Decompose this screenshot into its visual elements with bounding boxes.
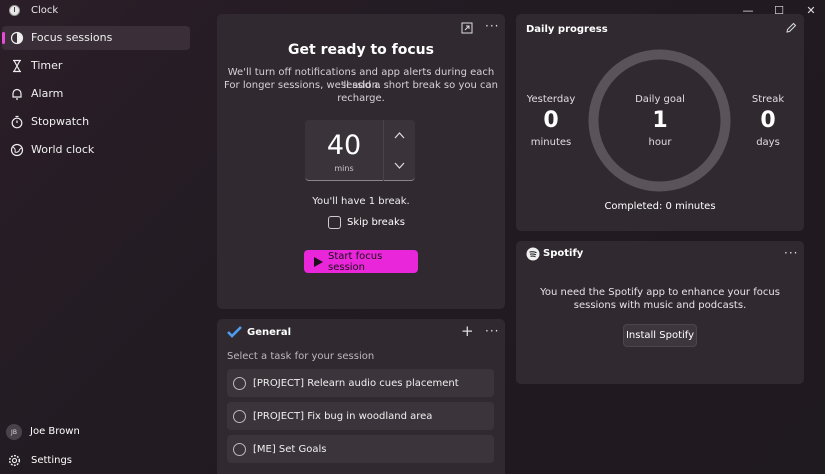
focus-heading: Get ready to focus [288,42,434,58]
completed-text: Completed: 0 minutes [604,201,716,212]
spotify-card: Spotify ··· You need the Spotify app to … [516,241,804,384]
clock-app-icon [9,5,20,16]
break-info: You'll have 1 break. [312,196,410,207]
daily-progress-card: Daily progress Yesterday 0 minutes Daily… [516,14,804,231]
focus-session-card: ··· Get ready to focus We'll turn off no… [217,14,505,309]
yesterday-value: 0 [543,108,559,133]
daily-goal-stat: Daily goal 1 hour [620,94,700,148]
focus-description-3: recharge. [337,93,385,104]
task-radio[interactable] [233,376,246,390]
sidebar-item-timer[interactable]: Timer [2,54,190,78]
task-radio[interactable] [233,442,246,456]
daily-goal-label: Daily goal [635,94,685,105]
streak-unit: days [756,137,780,148]
task-prompt: Select a task for your session [227,351,375,362]
minutes-stepper[interactable]: 40 mins [305,120,415,181]
task-item[interactable]: [PROJECT] Fix bug in woodland area [227,402,494,430]
spotify-message-2: sessions with music and podcasts. [573,300,747,311]
chevron-up-icon [394,131,405,138]
progress-title: Daily progress [526,24,608,35]
sidebar-item-stopwatch[interactable]: Stopwatch [2,110,190,134]
settings-label: Settings [31,455,73,466]
task-radio[interactable] [233,409,246,423]
more-options-icon[interactable]: ··· [485,19,499,33]
minutes-unit: mins [334,164,354,173]
spotify-message-1: You need the Spotify app to enhance your… [540,287,780,298]
focus-icon [10,31,24,45]
yesterday-label: Yesterday [526,94,576,105]
daily-goal-unit: hour [648,137,672,148]
streak-value: 0 [760,108,776,133]
minutes-value: 40 [326,130,362,161]
globe-icon [10,143,24,157]
start-button-label: Start focus session [328,250,383,273]
hourglass-icon [13,59,21,73]
sidebar-item-label: Focus sessions [31,31,113,44]
more-options-icon[interactable]: ··· [485,324,499,338]
todo-checkmark-icon [227,326,242,338]
streak-label: Streak [751,94,785,105]
stopwatch-icon [11,115,23,129]
skip-breaks-checkbox[interactable] [328,216,341,229]
spotify-brand: Spotify [543,248,584,259]
bell-icon [12,88,22,100]
task-list-title: General [247,327,291,338]
avatar: JB [6,424,22,440]
yesterday-unit: minutes [530,137,572,148]
streak-stat: Streak 0 days [742,94,794,148]
task-label: [PROJECT] Relearn audio cues placement [253,377,459,389]
install-spotify-button[interactable]: Install Spotify [623,324,697,347]
daily-goal-value: 1 [652,108,668,133]
task-list-card: General + ··· Select a task for your ses… [217,319,505,474]
gear-icon [8,454,21,467]
play-icon [314,256,323,267]
skip-breaks-label: Skip breaks [347,217,405,228]
compact-mode-icon[interactable] [461,22,473,34]
task-label: [PROJECT] Fix bug in woodland area [253,410,433,422]
sidebar-item-label: Alarm [31,87,64,100]
yesterday-stat: Yesterday 0 minutes [520,94,582,148]
user-name: Joe Brown [30,426,80,437]
task-label: [ME] Set Goals [253,443,327,455]
task-item[interactable]: [ME] Set Goals [227,435,494,463]
spotify-logo-icon [526,247,540,261]
sidebar-item-world-clock[interactable]: World clock [2,138,190,162]
sidebar-item-label: World clock [31,143,95,156]
app-title: Clock [31,5,59,16]
task-item[interactable]: [PROJECT] Relearn audio cues placement [227,369,494,397]
focus-description-2: For longer sessions, we'll add a short b… [224,80,498,91]
active-indicator [2,32,5,44]
sidebar-item-alarm[interactable]: Alarm [2,82,190,106]
increase-minutes-button[interactable] [384,120,415,150]
add-task-icon[interactable]: + [461,322,474,340]
sidebar-item-label: Stopwatch [31,115,90,128]
chevron-down-icon [394,162,405,169]
edit-pencil-icon[interactable] [785,22,797,34]
more-options-icon[interactable]: ··· [784,246,798,260]
start-focus-session-button[interactable]: Start focus session [304,250,418,273]
decrease-minutes-button[interactable] [384,150,415,180]
sidebar-item-label: Timer [31,59,63,72]
sidebar-item-focus-sessions[interactable]: Focus sessions [2,26,190,50]
